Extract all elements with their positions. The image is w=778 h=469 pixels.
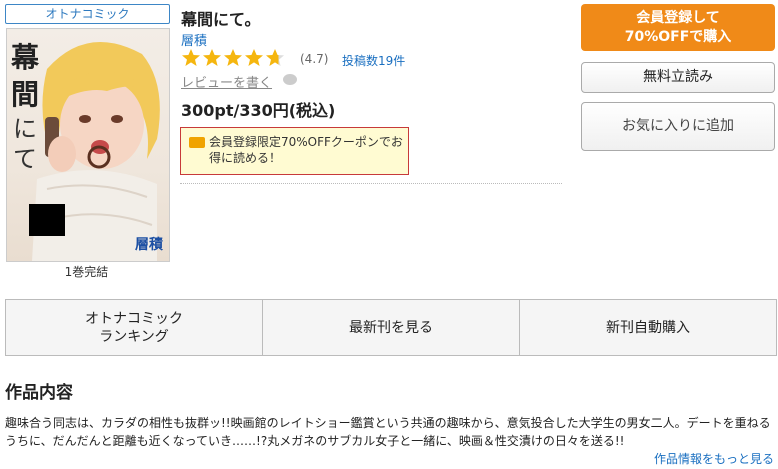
book-title: 幕間にて。 bbox=[181, 10, 261, 29]
category-badge[interactable]: オトナコミック bbox=[5, 4, 170, 24]
cover-title-char-3: に bbox=[13, 115, 37, 143]
coupon-text: 会員登録限定70%OFFクーポンでお得に読める！ bbox=[209, 135, 403, 165]
sub-navigation: オトナコミック ランキング 最新刊を見る 新刊自動購入 bbox=[5, 299, 777, 356]
cover-image[interactable]: 幕 間 に て 層積 bbox=[6, 28, 170, 262]
free-trial-button[interactable]: 無料立読み bbox=[581, 62, 775, 93]
register-button-line2: 70%OFFで購入 bbox=[624, 28, 732, 45]
rating-stars bbox=[181, 48, 285, 68]
nav-ranking-line1: オトナコミック bbox=[85, 310, 183, 327]
star-icon bbox=[203, 49, 221, 66]
nav-ranking[interactable]: オトナコミック ランキング bbox=[6, 300, 263, 355]
rating-value: (4.7) bbox=[300, 52, 329, 66]
star-icon bbox=[224, 49, 242, 66]
cover-title-char-4: て bbox=[13, 145, 37, 173]
cover-title-char-1: 幕 bbox=[10, 41, 40, 74]
cover-illustration: 幕 間 に て 層積 bbox=[10, 41, 164, 261]
coupon-banner[interactable]: 会員登録限定70%OFFクーポンでお得に読める！ bbox=[180, 127, 409, 175]
nav-ranking-line2: ランキング bbox=[99, 328, 169, 345]
register-purchase-button[interactable]: 会員登録して 70%OFFで購入 bbox=[581, 4, 775, 51]
register-button-line1: 会員登録して bbox=[636, 9, 720, 26]
add-favorite-button[interactable]: お気に入りに追加 bbox=[581, 102, 775, 151]
author-link[interactable]: 層積 bbox=[181, 30, 207, 49]
ticket-icon bbox=[189, 137, 205, 148]
synopsis-text: 趣味合う同志は、カラダの相性も抜群ッ!!映画館のレイトショー鑑賞という共通の趣味… bbox=[5, 416, 771, 448]
divider bbox=[180, 183, 562, 184]
volume-caption: 1巻完結 bbox=[64, 265, 109, 279]
cover-title-char-2: 間 bbox=[11, 78, 39, 111]
cover-author-stamp: 層積 bbox=[135, 236, 164, 253]
star-icon bbox=[245, 49, 263, 66]
nav-latest[interactable]: 最新刊を見る bbox=[263, 300, 520, 355]
nav-auto-buy[interactable]: 新刊自動購入 bbox=[520, 300, 776, 355]
star-half-icon bbox=[266, 49, 284, 66]
price: 300pt/330円(税込) bbox=[181, 101, 336, 120]
review-count-link[interactable]: 投稿数19件 bbox=[342, 52, 405, 69]
write-review-link[interactable]: レビューを書く bbox=[181, 72, 272, 91]
synopsis-heading: 作品内容 bbox=[5, 383, 73, 403]
more-info-link[interactable]: 作品情報をもっと見る bbox=[654, 450, 774, 467]
speech-bubble-icon bbox=[283, 74, 297, 85]
star-icon bbox=[182, 49, 200, 66]
